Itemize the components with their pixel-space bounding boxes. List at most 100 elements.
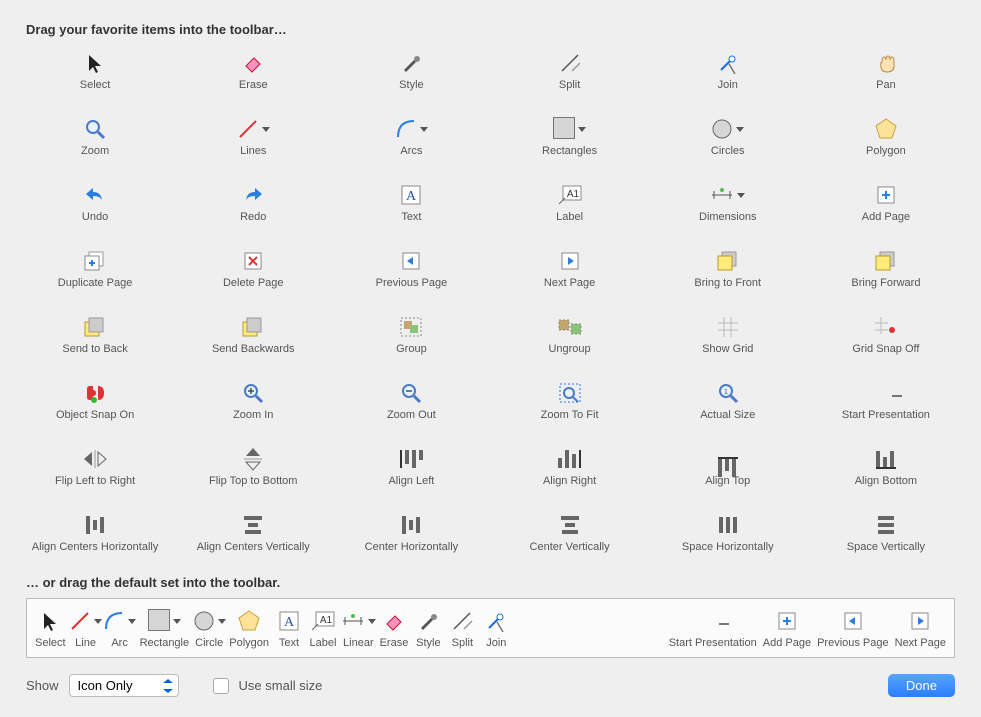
- palette-item-align-centers-horizontally[interactable]: Align Centers Horizontally: [16, 509, 174, 555]
- palette-item-split[interactable]: Split: [491, 47, 649, 105]
- palette-item-bring-to-front[interactable]: Bring to Front: [649, 245, 807, 303]
- palette-item-align-right[interactable]: Align Right: [491, 443, 649, 501]
- palette-item-label: Dimensions: [699, 211, 756, 223]
- toolbar-item-lines[interactable]: Line: [72, 607, 100, 649]
- pan-icon: [872, 49, 900, 77]
- palette-item-lines[interactable]: Lines: [174, 113, 332, 171]
- palette-item-join[interactable]: Join: [649, 47, 807, 105]
- toolbar-item-start-presentation[interactable]: Start Presentation: [669, 607, 757, 649]
- palette-item-bring-forward[interactable]: Bring Forward: [807, 245, 965, 303]
- dropdown-caret-icon: [420, 127, 428, 132]
- palette-item-label: Undo: [82, 211, 108, 223]
- space-horizontally-icon: [714, 511, 742, 539]
- palette-item-flip-left-to-right[interactable]: Flip Left to Right: [16, 443, 174, 501]
- palette-item-align-left[interactable]: Align Left: [332, 443, 490, 501]
- toolbar-item-style[interactable]: Style: [414, 607, 442, 649]
- dropdown-caret-icon: [128, 619, 136, 624]
- palette-item-label: Add Page: [862, 211, 910, 223]
- palette-item-group[interactable]: Group: [332, 311, 490, 369]
- add-page-icon: [773, 607, 801, 635]
- palette-item-zoom-in[interactable]: Zoom In: [174, 377, 332, 435]
- toolbar-item-dimensions[interactable]: Linear: [343, 607, 374, 649]
- palette-item-align-centers-vertically[interactable]: Align Centers Vertically: [174, 509, 332, 555]
- palette-item-arcs[interactable]: Arcs: [332, 113, 490, 171]
- palette-item-align-bottom[interactable]: Align Bottom: [807, 443, 965, 501]
- palette-item-object-snap-on[interactable]: Object Snap On: [16, 377, 174, 435]
- palette-item-flip-top-to-bottom[interactable]: Flip Top to Bottom: [174, 443, 332, 501]
- small-size-checkbox[interactable]: [213, 678, 229, 694]
- palette-item-delete-page[interactable]: Delete Page: [174, 245, 332, 303]
- palette-item-next-page[interactable]: Next Page: [491, 245, 649, 303]
- toolbar-item-next-page[interactable]: Next Page: [895, 607, 946, 649]
- toolbar-item-rectangles[interactable]: Rectangle: [140, 607, 190, 649]
- palette-item-select[interactable]: Select: [16, 47, 174, 105]
- customize-toolbar-window: { "header_text": "Drag your favorite ite…: [0, 0, 981, 717]
- toolbar-item-polygon[interactable]: Polygon: [229, 607, 269, 649]
- palette-item-previous-page[interactable]: Previous Page: [332, 245, 490, 303]
- send-to-back-icon: [81, 313, 109, 341]
- palette-item-send-to-back[interactable]: Send to Back: [16, 311, 174, 369]
- palette-item-label: Circles: [711, 145, 745, 157]
- palette-item-grid-snap-off[interactable]: Grid Snap Off: [807, 311, 965, 369]
- palette-item-redo[interactable]: Redo: [174, 179, 332, 237]
- toolbar-item-previous-page[interactable]: Previous Page: [817, 607, 889, 649]
- palette-item-polygon[interactable]: Polygon: [807, 113, 965, 171]
- flip-top-to-bottom-icon: [239, 445, 267, 473]
- palette-item-dimensions[interactable]: Dimensions: [649, 179, 807, 237]
- palette-item-label: Show Grid: [702, 343, 753, 355]
- toolbar-item-label[interactable]: A1Label: [309, 607, 337, 649]
- palette-item-zoom-to-fit[interactable]: Zoom To Fit: [491, 377, 649, 435]
- toolbar-item-join[interactable]: Join: [482, 607, 510, 649]
- default-toolbar-set[interactable]: SelectLineArcRectangleCircle Polygon AText…: [26, 598, 955, 658]
- palette-item-start-presentation[interactable]: Start Presentation: [807, 377, 965, 435]
- palette-item-align-top[interactable]: Align Top: [649, 443, 807, 501]
- palette-item-duplicate-page[interactable]: Duplicate Page: [16, 245, 174, 303]
- palette-item-center-vertically[interactable]: Center Vertically: [491, 509, 649, 555]
- toolbar-item-label: Start Presentation: [669, 637, 757, 649]
- palette-item-label: Pan: [876, 79, 896, 91]
- palette-item-space-vertically[interactable]: Space Vertically: [807, 509, 965, 555]
- toolbar-item-add-page[interactable]: Add Page: [763, 607, 811, 649]
- palette-item-add-page[interactable]: Add Page: [807, 179, 965, 237]
- palette-item-zoom[interactable]: Zoom: [16, 113, 174, 171]
- palette-item-zoom-out[interactable]: Zoom Out: [332, 377, 490, 435]
- circles-icon: [714, 115, 742, 143]
- palette-item-text[interactable]: AText: [332, 179, 490, 237]
- toolbar-item-arcs[interactable]: Arc: [106, 607, 134, 649]
- palette-item-actual-size[interactable]: 1Actual Size: [649, 377, 807, 435]
- palette-item-label: Join: [718, 79, 738, 91]
- palette-item-rectangles[interactable]: Rectangles: [491, 113, 649, 171]
- palette-item-send-backwards[interactable]: Send Backwards: [174, 311, 332, 369]
- palette-item-label: Zoom: [81, 145, 109, 157]
- erase-icon: [239, 49, 267, 77]
- align-top-icon: [714, 445, 742, 473]
- show-label: Show: [26, 678, 59, 693]
- palette-item-show-grid[interactable]: Show Grid: [649, 311, 807, 369]
- toolbar-item-erase[interactable]: Erase: [380, 607, 409, 649]
- toolbar-item-text[interactable]: AText: [275, 607, 303, 649]
- palette-item-center-horizontally[interactable]: Center Horizontally: [332, 509, 490, 555]
- palette-item-label[interactable]: A1Label: [491, 179, 649, 237]
- toolbar-item-split[interactable]: Split: [448, 607, 476, 649]
- bring-to-front-icon: [714, 247, 742, 275]
- toolbar-item-label: Style: [416, 637, 440, 649]
- palette-item-label: Zoom Out: [387, 409, 436, 421]
- toolbar-item-select[interactable]: Select: [35, 607, 66, 649]
- palette-item-label: Grid Snap Off: [852, 343, 919, 355]
- join-icon: [482, 607, 510, 635]
- palette-item-erase[interactable]: Erase: [174, 47, 332, 105]
- palette-item-style[interactable]: Style: [332, 47, 490, 105]
- palette-item-ungroup[interactable]: Ungroup: [491, 311, 649, 369]
- done-button[interactable]: Done: [888, 674, 955, 697]
- display-mode-select[interactable]: Icon and TextIcon OnlyText Only: [69, 674, 179, 697]
- palette-item-label: Send to Back: [62, 343, 127, 355]
- svg-text:1: 1: [724, 389, 728, 396]
- palette-item-undo[interactable]: Undo: [16, 179, 174, 237]
- start-presentation-icon: [872, 379, 900, 407]
- toolbar-item-circles[interactable]: Circle: [195, 607, 223, 649]
- footer-bar: Show Icon and TextIcon OnlyText Only Use…: [0, 658, 981, 717]
- palette-item-space-horizontally[interactable]: Space Horizontally: [649, 509, 807, 555]
- palette-item-circles[interactable]: Circles: [649, 113, 807, 171]
- toolbar-item-label: Polygon: [229, 637, 269, 649]
- palette-item-pan[interactable]: Pan: [807, 47, 965, 105]
